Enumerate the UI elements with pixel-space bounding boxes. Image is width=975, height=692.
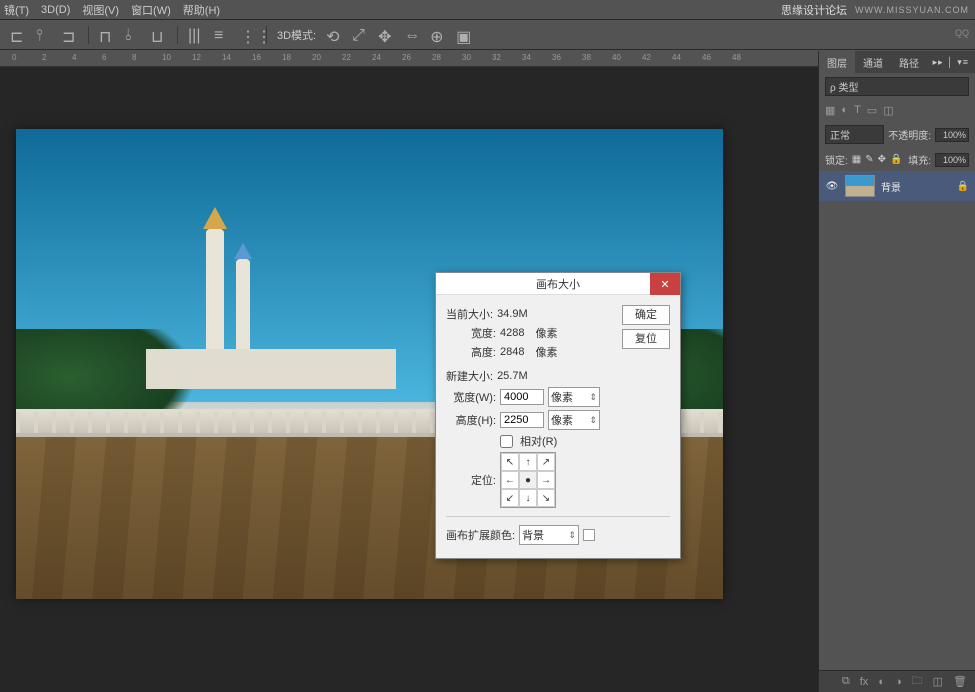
layer-thumbnail[interactable] bbox=[845, 175, 875, 197]
tab-layers[interactable]: 图层 bbox=[819, 51, 855, 74]
opacity-value[interactable]: 100% bbox=[935, 128, 969, 142]
canvas-area bbox=[0, 67, 818, 692]
current-size-label: 当前大小: bbox=[446, 306, 493, 322]
lock-position-icon[interactable]: ✎ bbox=[865, 154, 873, 165]
orbit-icon[interactable]: ⟲ bbox=[326, 27, 342, 43]
menu-3d[interactable]: 3D(D) bbox=[41, 4, 70, 16]
lock-label: 锁定: bbox=[825, 152, 848, 167]
anchor-sw[interactable]: ↙ bbox=[501, 489, 519, 507]
new-size-label: 新建大小: bbox=[446, 368, 493, 384]
extension-color-select[interactable]: 背景 bbox=[519, 525, 579, 545]
current-height-unit: 像素 bbox=[536, 344, 558, 360]
menu-filter[interactable]: 镜(T) bbox=[4, 2, 29, 18]
align-bottom-icon[interactable]: ⊔ bbox=[151, 27, 167, 43]
filter-adjust-icon[interactable]: ◐ bbox=[841, 104, 848, 117]
width-input[interactable] bbox=[500, 389, 544, 405]
align-center-h-icon[interactable]: ⫯ bbox=[36, 27, 52, 43]
current-height-value: 2848 bbox=[500, 346, 524, 358]
layers-panel: 图层 通道 路径 ▸▸ │ ▾≡ ρ 类型 ▦ ◐ T ▭ ◫ 正常 不透明度:… bbox=[818, 51, 975, 692]
lock-all-icon[interactable]: 🔒 bbox=[890, 154, 902, 165]
layer-name: 背景 bbox=[881, 179, 901, 194]
current-width-value: 4288 bbox=[500, 327, 524, 339]
menu-help[interactable]: 帮助(H) bbox=[183, 2, 220, 18]
pan-icon[interactable]: ✥ bbox=[378, 27, 394, 43]
distribute-v-icon[interactable]: ≡ bbox=[214, 27, 230, 43]
panel-menu-icon[interactable]: ▸▸ │ ▾≡ bbox=[933, 57, 975, 68]
extension-color-label: 画布扩展颜色: bbox=[446, 527, 515, 543]
dialog-title-text: 画布大小 bbox=[536, 276, 580, 292]
menu-window[interactable]: 窗口(W) bbox=[131, 2, 171, 18]
layer-background[interactable]: 👁 背景 🔒 bbox=[819, 171, 975, 201]
align-left-icon[interactable]: ⊏ bbox=[10, 27, 26, 43]
delete-icon[interactable]: 🗑 bbox=[953, 675, 967, 688]
canvas-size-dialog: 画布大小 ✕ 确定 复位 当前大小: 34.9M 宽度: 4288 像素 高度:… bbox=[435, 272, 681, 559]
anchor-w[interactable]: ← bbox=[501, 471, 519, 489]
anchor-s[interactable]: ↓ bbox=[519, 489, 537, 507]
fx-icon[interactable]: fx bbox=[860, 676, 869, 688]
options-bar: ⊏ ⫯ ⊐ ⊓ ⫰ ⊔ ||| ≡ ⋮⋮ 3D模式: ⟲ ⤢ ✥ ⇔ ⊕ ▣ bbox=[0, 20, 975, 50]
visibility-icon[interactable]: 👁 bbox=[825, 181, 839, 192]
anchor-e[interactable]: → bbox=[537, 471, 555, 489]
filter-smart-icon[interactable]: ◫ bbox=[883, 104, 893, 117]
anchor-nw[interactable]: ↖ bbox=[501, 453, 519, 471]
mode-3d-label: 3D模式: bbox=[277, 27, 316, 43]
blend-mode-dropdown[interactable]: 正常 bbox=[825, 125, 884, 144]
relative-checkbox[interactable] bbox=[500, 435, 513, 448]
watermark: 思缘设计论坛 WWW.MISSYUAN.COM bbox=[781, 2, 969, 18]
width-unit-select[interactable]: 像素 bbox=[548, 387, 600, 407]
tab-channels[interactable]: 通道 bbox=[855, 51, 891, 74]
current-width-label: 宽度: bbox=[446, 325, 496, 341]
align-top-icon[interactable]: ⊓ bbox=[99, 27, 115, 43]
anchor-center[interactable]: ● bbox=[519, 471, 537, 489]
new-width-label: 宽度(W): bbox=[446, 389, 496, 405]
mask-icon[interactable]: ◐ bbox=[878, 676, 885, 688]
fill-label: 填充: bbox=[908, 152, 931, 167]
qq-icon: QQ bbox=[955, 28, 969, 38]
current-width-unit: 像素 bbox=[536, 325, 558, 341]
ok-button[interactable]: 确定 bbox=[622, 305, 670, 325]
extension-color-swatch[interactable] bbox=[583, 529, 595, 541]
lock-icon: 🔒 bbox=[957, 181, 969, 192]
link-layers-icon[interactable]: ⧉ bbox=[842, 675, 850, 688]
anchor-label: 定位: bbox=[446, 472, 496, 488]
lock-move-icon[interactable]: ✥ bbox=[878, 154, 886, 165]
filter-pixel-icon[interactable]: ▦ bbox=[825, 104, 835, 117]
group-icon[interactable]: 🗀 bbox=[912, 672, 923, 691]
fill-value[interactable]: 100% bbox=[935, 153, 969, 167]
opacity-label: 不透明度: bbox=[888, 127, 931, 142]
height-input[interactable] bbox=[500, 412, 544, 428]
roll-icon[interactable]: ⤢ bbox=[352, 27, 368, 43]
align-center-v-icon[interactable]: ⫰ bbox=[125, 27, 141, 43]
filter-kind-dropdown[interactable]: ρ 类型 bbox=[825, 77, 969, 96]
new-height-label: 高度(H): bbox=[446, 412, 496, 428]
dialog-titlebar[interactable]: 画布大小 ✕ bbox=[436, 273, 680, 295]
ruler-horizontal: 0246810121416182022242628303234363840424… bbox=[0, 51, 818, 67]
relative-label: 相对(R) bbox=[520, 433, 557, 449]
new-size-value: 25.7M bbox=[497, 370, 528, 382]
zoom-icon[interactable]: ⊕ bbox=[430, 27, 446, 43]
anchor-se[interactable]: ↘ bbox=[537, 489, 555, 507]
distribute-h-icon[interactable]: ||| bbox=[188, 27, 204, 43]
close-button[interactable]: ✕ bbox=[650, 273, 680, 295]
filter-shape-icon[interactable]: ▭ bbox=[867, 104, 877, 117]
current-height-label: 高度: bbox=[446, 344, 496, 360]
anchor-ne[interactable]: ↗ bbox=[537, 453, 555, 471]
adjustment-icon[interactable]: ◑ bbox=[895, 676, 902, 688]
slide-icon[interactable]: ⇔ bbox=[404, 27, 420, 43]
menu-view[interactable]: 视图(V) bbox=[82, 2, 119, 18]
filter-type-icon[interactable]: T bbox=[854, 104, 861, 117]
camera-icon[interactable]: ▣ bbox=[456, 27, 472, 43]
new-layer-icon[interactable]: ◫ bbox=[933, 675, 943, 688]
align-right-icon[interactable]: ⊐ bbox=[62, 27, 78, 43]
current-size-value: 34.9M bbox=[497, 308, 528, 320]
anchor-grid: ↖ ↑ ↗ ← ● → ↙ ↓ ↘ bbox=[500, 452, 556, 508]
height-unit-select[interactable]: 像素 bbox=[548, 410, 600, 430]
lock-pixels-icon[interactable]: ▦ bbox=[852, 154, 861, 165]
anchor-n[interactable]: ↑ bbox=[519, 453, 537, 471]
tab-paths[interactable]: 路径 bbox=[891, 51, 927, 74]
distribute-icon[interactable]: ⋮⋮ bbox=[240, 27, 256, 43]
reset-button[interactable]: 复位 bbox=[622, 329, 670, 349]
